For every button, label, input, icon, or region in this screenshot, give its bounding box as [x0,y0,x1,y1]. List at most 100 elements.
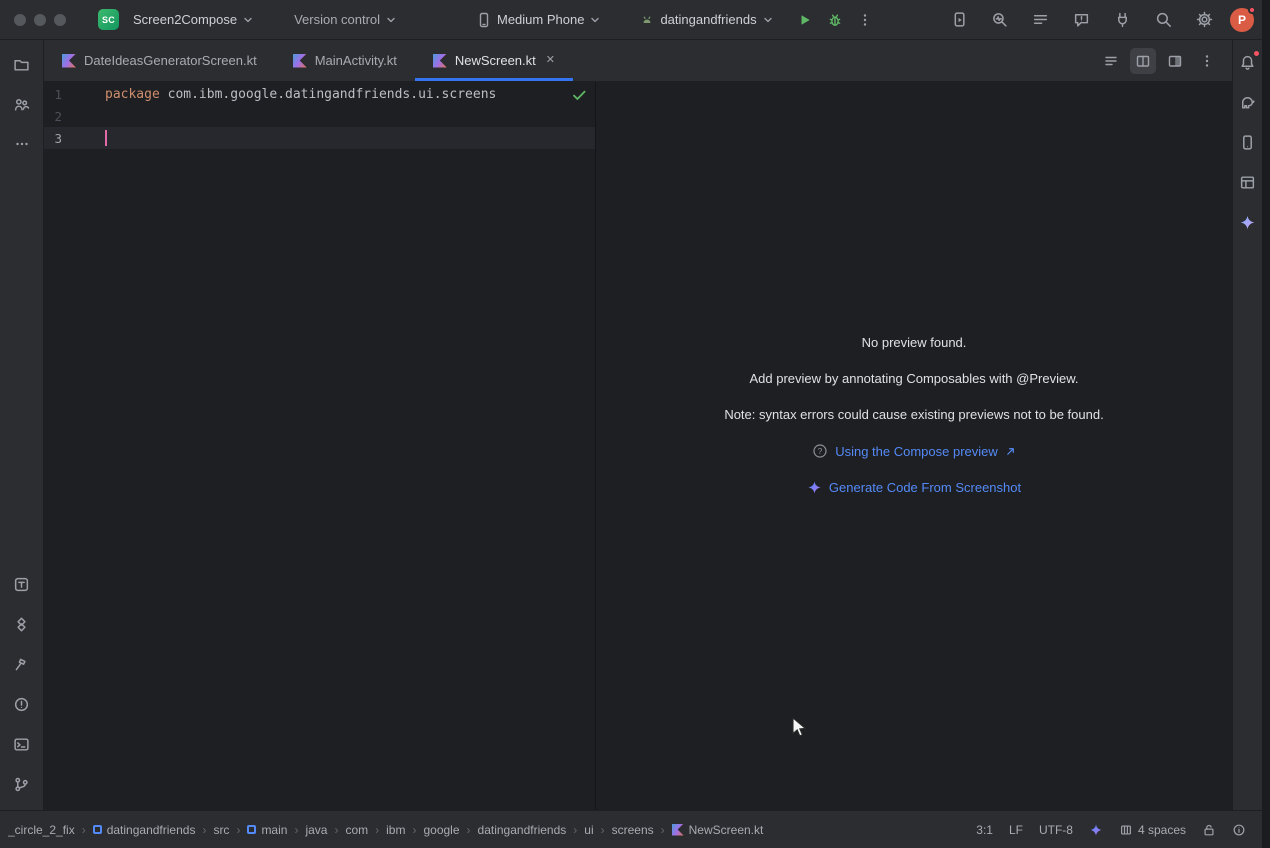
encoding-widget[interactable]: UTF-8 [1039,823,1073,837]
version-control-toolwindow-button[interactable] [6,768,38,800]
help-circle-icon: ? [812,443,828,459]
build-toolwindow-button[interactable] [6,648,38,680]
users-icon [13,96,30,113]
diamonds-icon [13,616,30,633]
android-studio-window: SC Screen2Compose Version control Medium… [0,0,1270,848]
info-widget[interactable] [1232,823,1246,837]
preview-messages: No preview found. Add preview by annotat… [596,335,1232,495]
device-selector[interactable]: Medium Phone [470,5,607,35]
logcat-button[interactable] [1025,5,1055,35]
settings-button[interactable] [1189,5,1219,35]
version-control-label: Version control [294,12,380,27]
left-toolwindow-rail [0,40,44,810]
screenshot-test-toolwindow-button[interactable] [6,568,38,600]
code-mode-button[interactable] [1098,48,1124,74]
notifications-button[interactable] [1234,48,1262,76]
kotlin-file-icon [672,824,684,836]
avatar-notification-dot [1248,6,1256,14]
profiler-icon [991,11,1008,28]
layout-panels-icon [1239,174,1256,191]
more-toolwindows-button[interactable] [6,128,38,160]
project-toolwindow-button[interactable] [6,48,38,80]
tab-mainactivity[interactable]: MainActivity.kt [275,40,415,81]
more-horizontal-icon [14,136,30,152]
external-link-icon [1005,446,1016,457]
line-separator-widget[interactable]: LF [1009,823,1023,837]
user-avatar[interactable]: P [1230,8,1254,32]
gradle-elephant-icon [1239,94,1256,111]
search-everywhere-button[interactable] [1148,5,1178,35]
line-number: 3 [44,131,72,146]
split-view-icon [1135,53,1151,69]
problems-toolwindow-button[interactable] [6,688,38,720]
compose-preview-help-link[interactable]: ? Using the Compose preview [812,443,1016,459]
code-text: package com.ibm.google.datingandfriends.… [105,87,496,102]
tab-label: MainActivity.kt [315,53,397,68]
compose-preview-link-label: Using the Compose preview [835,444,998,459]
kotlin-file-icon [433,54,447,68]
device-connection-button[interactable] [1107,5,1137,35]
caret-position-widget[interactable]: 3:1 [976,823,993,837]
breadcrumb-item[interactable]: src [213,823,229,837]
gradle-toolwindow-button[interactable] [1234,88,1262,116]
app-quality-insights-button[interactable] [1066,5,1096,35]
inspections-widget[interactable] [571,87,587,107]
build-variants-toolwindow-button[interactable] [6,608,38,640]
gear-icon [1196,11,1213,28]
code-editor[interactable]: 1 package com.ibm.google.datingandfriend… [44,82,595,810]
window-minimize-button[interactable] [34,14,46,26]
generate-code-link[interactable]: Generate Code From Screenshot [807,480,1021,495]
line-number: 2 [44,109,72,124]
kotlin-file-icon [62,54,76,68]
version-control-menu[interactable]: Version control [288,5,403,35]
gemini-toolwindow-button[interactable] [1234,208,1262,236]
breadcrumb-item[interactable]: com [345,823,368,837]
tab-dateideasgeneratorscreen[interactable]: DateIdeasGeneratorScreen.kt [44,40,275,81]
breadcrumb-item[interactable]: ibm [386,823,405,837]
run-configuration-selector[interactable]: datingandfriends [633,5,779,35]
structure-toolwindow-button[interactable] [6,88,38,120]
chat-alert-icon [1073,11,1090,28]
run-button[interactable] [790,5,820,35]
breadcrumb-item[interactable]: screens [612,823,654,837]
breadcrumb-item[interactable]: google [423,823,459,837]
breadcrumb-item[interactable]: datingandfriends [478,823,567,837]
code-line-3[interactable]: 3 [44,127,595,149]
breadcrumb-item[interactable]: main [247,823,287,837]
project-selector[interactable]: Screen2Compose [127,5,260,35]
tab-newscreen[interactable]: NewScreen.kt ✕ [415,40,573,81]
gemini-sparkle-icon [1239,214,1256,231]
title-bar: SC Screen2Compose Version control Medium… [0,0,1270,40]
search-icon [1155,11,1172,28]
readonly-toggle-widget[interactable] [1202,823,1216,837]
breadcrumb-separator: › [334,823,338,837]
editor-options-button[interactable] [1194,48,1220,74]
split-mode-button[interactable] [1130,48,1156,74]
breadcrumb-item[interactable]: datingandfriends [93,823,196,837]
terminal-toolwindow-button[interactable] [6,728,38,760]
breadcrumb-item[interactable]: ui [584,823,593,837]
unlock-icon [1202,823,1216,837]
code-line-1[interactable]: 1 package com.ibm.google.datingandfriend… [44,83,595,105]
breadcrumb-item-file[interactable]: NewScreen.kt [672,823,764,837]
breadcrumb-separator: › [375,823,379,837]
more-actions-button[interactable] [850,5,880,35]
profiler-button[interactable] [984,5,1014,35]
debug-button[interactable] [820,5,850,35]
breadcrumb-separator: › [412,823,416,837]
gemini-status-widget[interactable] [1089,823,1103,837]
layout-inspector-button[interactable] [1234,168,1262,196]
tab-close-icon[interactable]: ✕ [546,55,555,66]
chevron-down-icon [762,14,774,26]
code-line-2[interactable]: 2 [44,105,595,127]
breadcrumb-item[interactable]: _circle_2_fix [8,823,75,837]
design-mode-button[interactable] [1162,48,1188,74]
device-explorer-button[interactable] [1234,128,1262,156]
running-devices-button[interactable] [943,5,973,35]
window-zoom-button[interactable] [54,14,66,26]
plug-icon [1114,11,1131,28]
indent-widget[interactable]: 4 spaces [1119,823,1186,837]
window-close-button[interactable] [14,14,26,26]
git-branch-icon [13,776,30,793]
breadcrumb-item[interactable]: java [305,823,327,837]
